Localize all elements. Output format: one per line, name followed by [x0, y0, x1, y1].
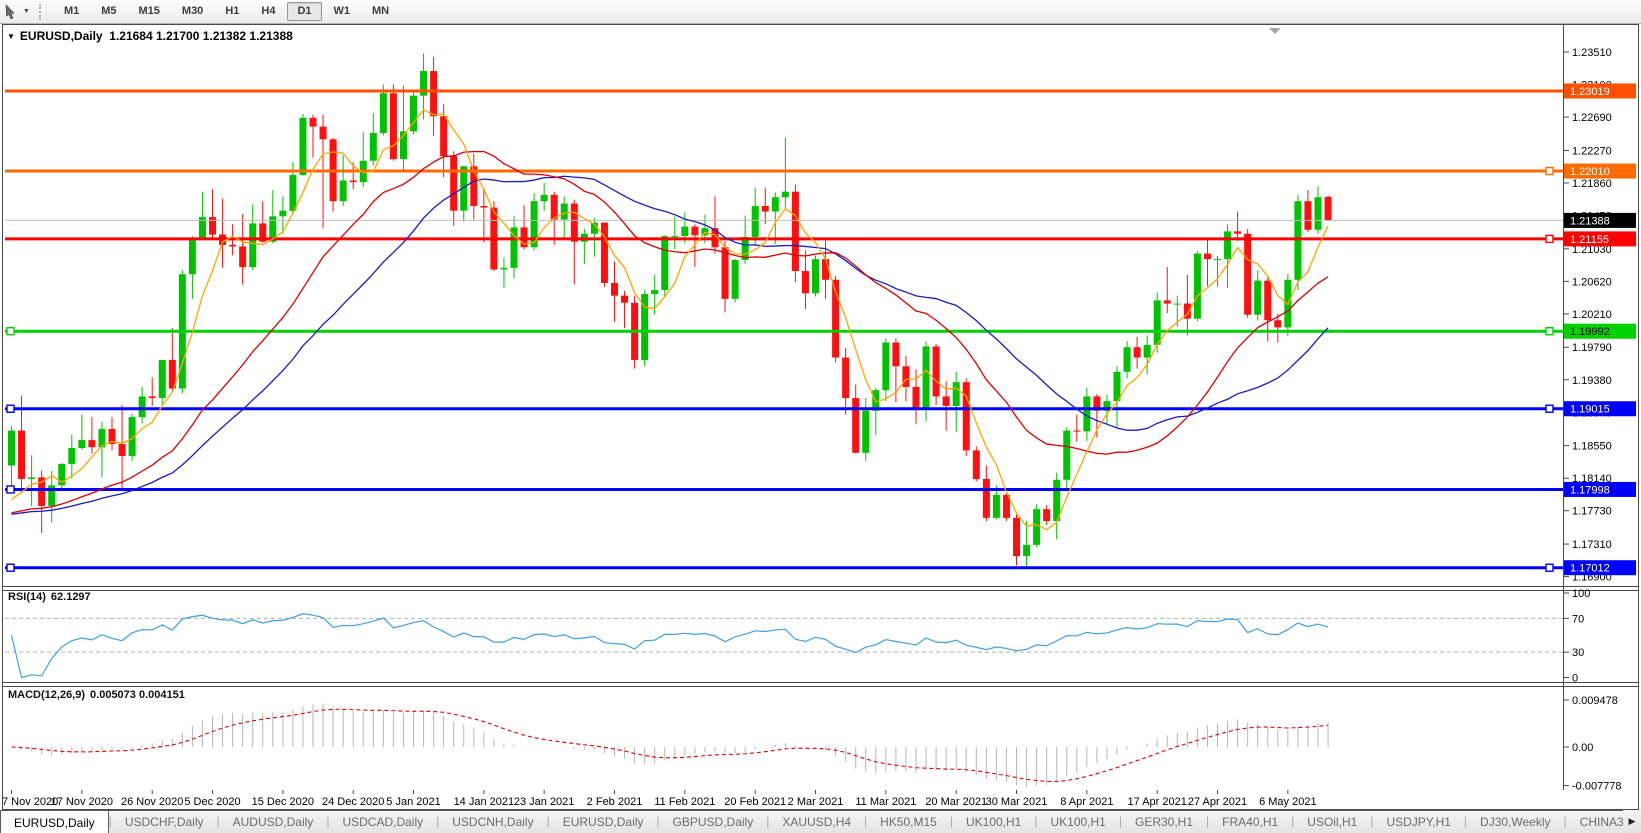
- timeframe-button-m30[interactable]: M30: [172, 2, 213, 21]
- svg-text:1.17310: 1.17310: [1572, 539, 1612, 551]
- timeframe-button-w1[interactable]: W1: [324, 2, 361, 21]
- trading-app-window: 1.235101.231001.226901.222701.218601.214…: [0, 0, 1641, 833]
- svg-text:26 Nov 2020: 26 Nov 2020: [121, 796, 183, 808]
- svg-text:30 Mar 2021: 30 Mar 2021: [986, 796, 1048, 808]
- symbol-tab-usdcnh-daily[interactable]: USDCNH,Daily: [439, 811, 546, 833]
- svg-text:5 Dec 2020: 5 Dec 2020: [184, 796, 240, 808]
- macd-values: 0.005073 0.004151: [90, 689, 185, 701]
- svg-text:1.19015: 1.19015: [1570, 404, 1610, 416]
- chart-title: ▼ EURUSD,Daily 1.21684 1.21700 1.21382 1.…: [7, 29, 293, 43]
- svg-text:0: 0: [1572, 673, 1578, 685]
- svg-text:0.00: 0.00: [1572, 742, 1593, 754]
- svg-text:15 Dec 2020: 15 Dec 2020: [252, 796, 314, 808]
- svg-text:1.23510: 1.23510: [1572, 47, 1612, 59]
- symbol-tab-uk100-h1[interactable]: UK100,H1: [1037, 811, 1118, 833]
- svg-text:1.17730: 1.17730: [1572, 506, 1612, 518]
- svg-text:14 Jan 2021: 14 Jan 2021: [454, 796, 515, 808]
- svg-text:70: 70: [1572, 613, 1584, 625]
- svg-text:11 Mar 2021: 11 Mar 2021: [855, 796, 916, 808]
- timeframe-button-mn[interactable]: MN: [362, 2, 399, 21]
- symbol-tab-usdcad-daily[interactable]: USDCAD,Daily: [329, 811, 436, 833]
- symbol-tab-usoil-h1[interactable]: USOil,H1: [1294, 811, 1370, 833]
- svg-text:1.19992: 1.19992: [1570, 326, 1610, 338]
- chart-pointer-icon[interactable]: [2, 3, 22, 21]
- svg-text:20 Mar 2021: 20 Mar 2021: [925, 796, 987, 808]
- timeframe-button-m1[interactable]: M1: [54, 2, 89, 21]
- svg-text:1.22270: 1.22270: [1572, 145, 1612, 157]
- tab-scroll-right-button[interactable]: ▶: [1623, 810, 1641, 833]
- rsi-pane-label: RSI(14) 62.1297: [8, 591, 96, 603]
- symbol-tab-eurusd-daily[interactable]: EURUSD,Daily: [550, 811, 657, 833]
- svg-text:24 Dec 2020: 24 Dec 2020: [322, 796, 384, 808]
- symbol-tab-audusd-daily[interactable]: AUDUSD,Daily: [220, 811, 327, 833]
- svg-text:6 May 2021: 6 May 2021: [1259, 796, 1316, 808]
- chart-menu-icon[interactable]: ▼: [7, 32, 15, 41]
- symbol-tab-usdchf-daily[interactable]: USDCHF,Daily: [112, 811, 217, 833]
- svg-text:30: 30: [1572, 647, 1584, 659]
- svg-text:8 Apr 2021: 8 Apr 2021: [1060, 796, 1113, 808]
- svg-text:11 Feb 2021: 11 Feb 2021: [654, 796, 715, 808]
- toolbar: ▼ M1M5M15M30H1H4D1W1MN: [0, 0, 1641, 24]
- svg-text:2 Feb 2021: 2 Feb 2021: [587, 796, 643, 808]
- rsi-label: RSI(14): [8, 591, 46, 603]
- svg-text:1.17012: 1.17012: [1570, 563, 1610, 575]
- symbol-tab-gbpusd-daily[interactable]: GBPUSD,Daily: [660, 811, 767, 833]
- svg-text:1.20210: 1.20210: [1572, 309, 1612, 321]
- timeframe-button-m15[interactable]: M15: [129, 2, 170, 21]
- timeframe-button-h1[interactable]: H1: [215, 2, 249, 21]
- svg-text:1.21388: 1.21388: [1570, 215, 1610, 227]
- timeframe-button-group: M1M5M15M30H1H4D1W1MN: [53, 2, 400, 21]
- right-arrow-icon: ▶: [1629, 816, 1636, 826]
- chevron-down-icon[interactable]: ▼: [23, 8, 30, 15]
- rsi-value: 62.1297: [51, 591, 91, 603]
- chart-symbol-period: EURUSD,Daily: [20, 29, 103, 43]
- svg-text:1.22010: 1.22010: [1570, 166, 1610, 178]
- symbol-tab-hk50-m15[interactable]: HK50,M15: [867, 811, 950, 833]
- symbol-tab-usdjpy-h1[interactable]: USDJPY,H1: [1373, 811, 1463, 833]
- symbol-tab-dj30-weekly[interactable]: DJ30,Weekly: [1467, 811, 1563, 833]
- svg-text:23 Jan 2021: 23 Jan 2021: [514, 796, 575, 808]
- symbol-tab-fra40-h1[interactable]: FRA40,H1: [1209, 811, 1291, 833]
- symbol-tab-xauusd-h4[interactable]: XAUUSD,H4: [769, 811, 864, 833]
- svg-text:5 Jan 2021: 5 Jan 2021: [386, 796, 440, 808]
- svg-text:100: 100: [1572, 588, 1590, 600]
- svg-text:17 Apr 2021: 17 Apr 2021: [1128, 796, 1187, 808]
- svg-text:27 Apr 2021: 27 Apr 2021: [1188, 796, 1247, 808]
- symbol-tab-bar: EURUSD,Daily|USDCHF,Daily|AUDUSD,Daily|U…: [0, 810, 1641, 833]
- svg-text:2 Mar 2021: 2 Mar 2021: [788, 796, 844, 808]
- svg-text:1.19380: 1.19380: [1572, 375, 1612, 387]
- svg-text:1.21155: 1.21155: [1570, 234, 1609, 246]
- timeframe-button-h4[interactable]: H4: [251, 2, 285, 21]
- macd-label: MACD(12,26,9): [8, 689, 85, 701]
- svg-text:1.23019: 1.23019: [1570, 86, 1610, 98]
- chart-ohlc-values: 1.21684 1.21700 1.21382 1.21388: [109, 29, 293, 43]
- svg-text:1.20620: 1.20620: [1572, 276, 1612, 288]
- timeframe-button-m5[interactable]: M5: [91, 2, 126, 21]
- svg-text:1.19790: 1.19790: [1572, 342, 1612, 354]
- symbol-tab-uk100-h1[interactable]: UK100,H1: [953, 811, 1034, 833]
- chart-canvas[interactable]: 1.235101.231001.226901.222701.218601.214…: [0, 0, 1641, 833]
- symbol-tab-ger30-h1[interactable]: GER30,H1: [1122, 811, 1206, 833]
- symbol-tab-eurusd-daily[interactable]: EURUSD,Daily: [0, 810, 109, 833]
- svg-text:1.21860: 1.21860: [1572, 178, 1612, 190]
- toolbar-grip[interactable]: [39, 4, 47, 20]
- svg-text:1.22690: 1.22690: [1572, 112, 1612, 124]
- timeframe-button-d1[interactable]: D1: [287, 2, 321, 21]
- svg-text:1.17998: 1.17998: [1570, 484, 1610, 496]
- svg-text:0.009478: 0.009478: [1572, 695, 1618, 707]
- svg-text:-0.007778: -0.007778: [1572, 781, 1622, 793]
- svg-text:20 Feb 2021: 20 Feb 2021: [724, 796, 786, 808]
- svg-text:1.18550: 1.18550: [1572, 441, 1612, 453]
- macd-pane-label: MACD(12,26,9) 0.005073 0.004151: [8, 689, 190, 701]
- svg-text:17 Nov 2020: 17 Nov 2020: [51, 796, 113, 808]
